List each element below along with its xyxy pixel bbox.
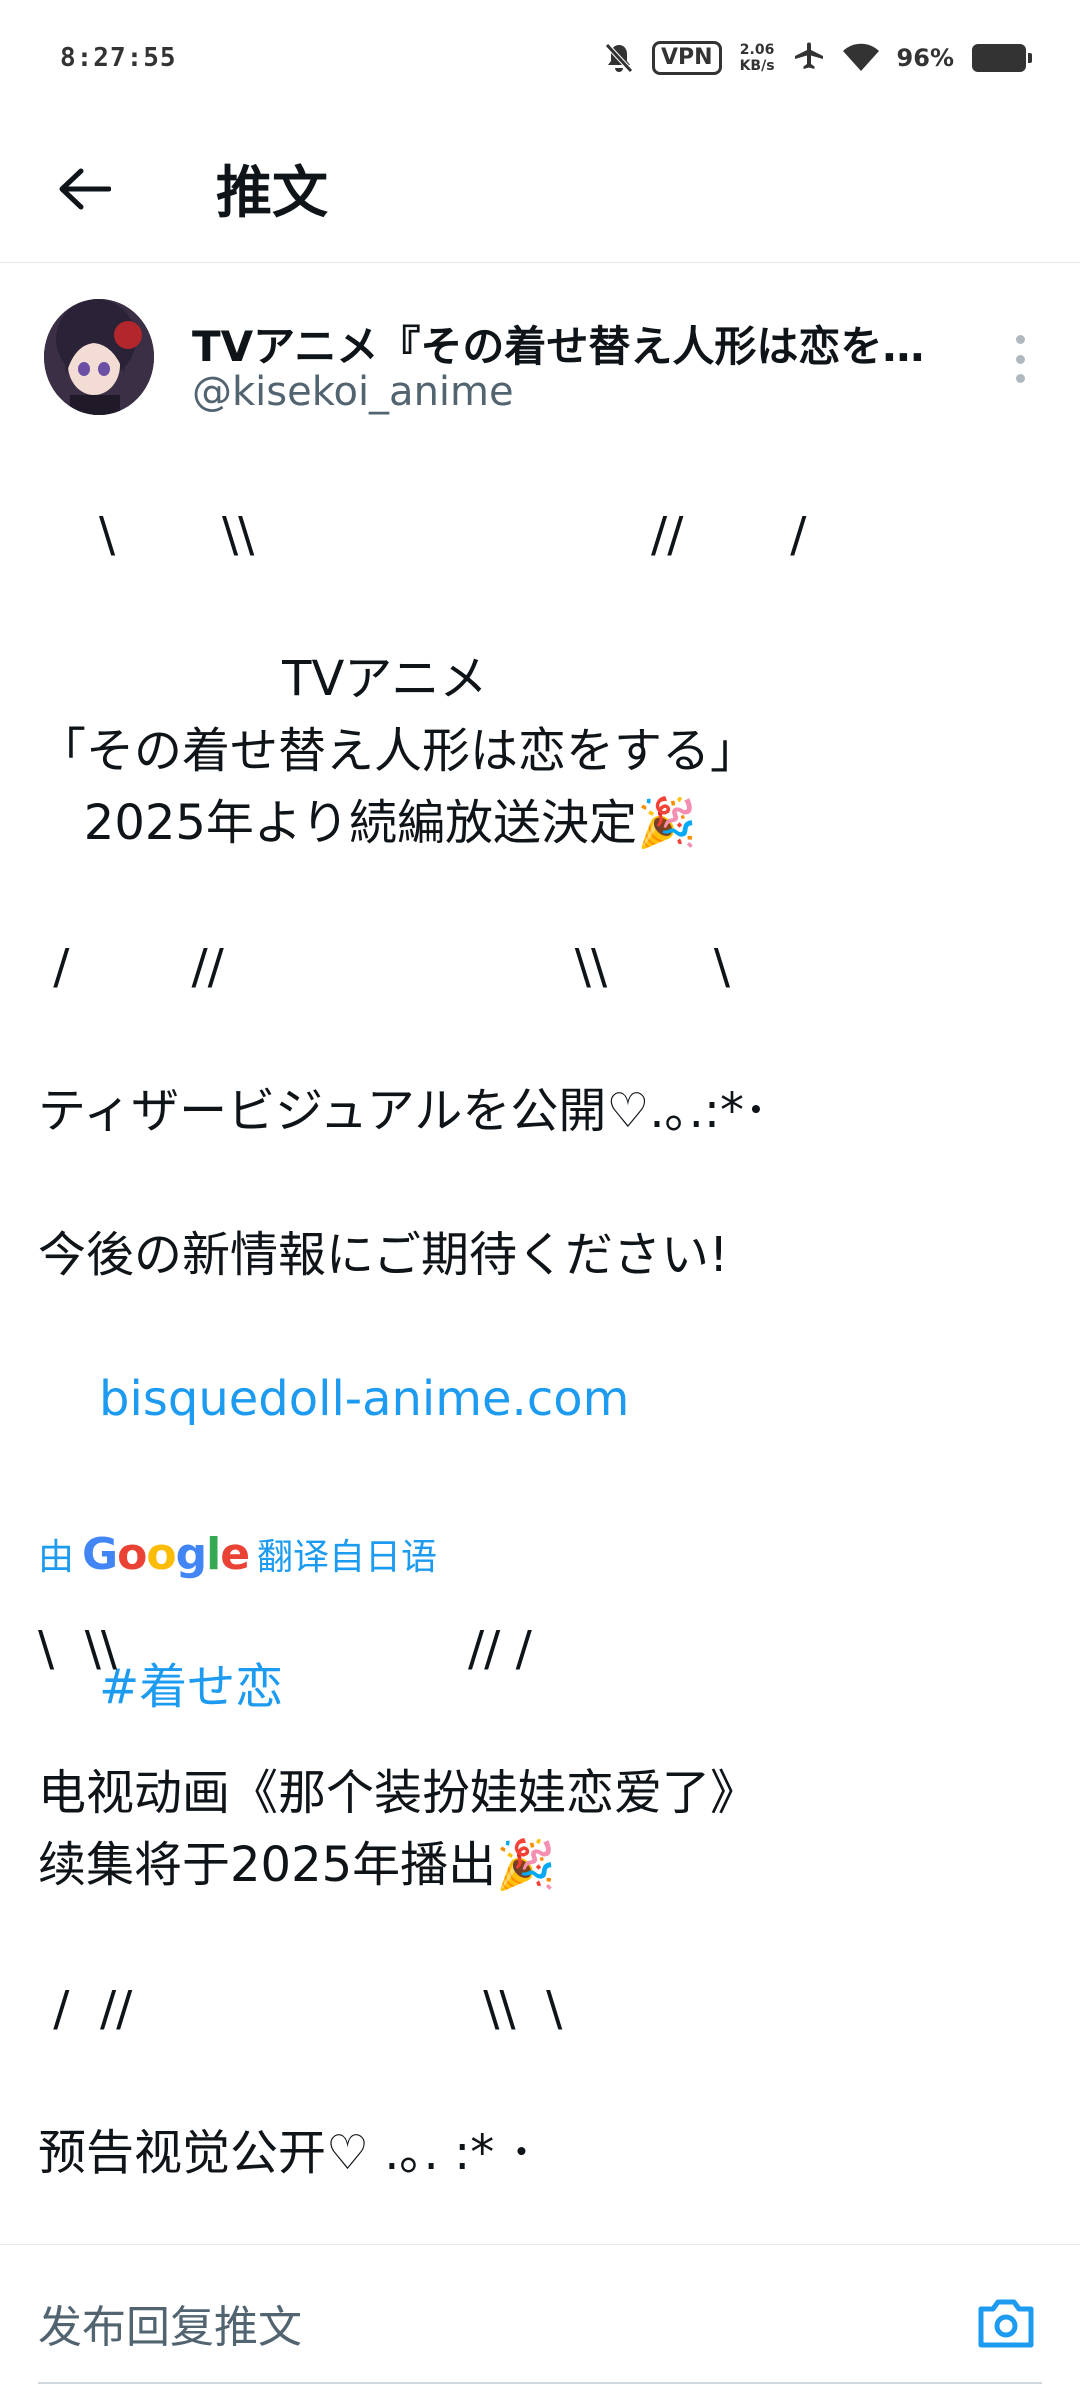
page-title: 推文: [216, 161, 328, 226]
tweet-detail: TVアニメ『その着せ替え人形は恋を… @kisekoi_anime \ \\ /…: [0, 263, 1080, 2243]
vpn-icon: VPN: [652, 40, 722, 75]
airplane-icon: [793, 42, 825, 74]
more-options-button[interactable]: [1000, 329, 1040, 389]
camera-button[interactable]: [970, 2287, 1042, 2359]
translated-by-suffix: 翻译自日语: [257, 1537, 438, 1578]
tweet-link[interactable]: bisquedoll-anime.com: [99, 1371, 629, 1427]
arrow-left-icon: [59, 168, 111, 209]
more-dot-icon: [1015, 335, 1025, 344]
battery-percentage: 96%: [896, 43, 954, 72]
status-icons: VPN 2.06 KB/s 96%: [604, 40, 1032, 75]
more-dot-icon: [1015, 374, 1025, 383]
author-handle[interactable]: @kisekoi_anime: [192, 369, 514, 415]
translation-attribution[interactable]: 由 Google 翻译自日语: [38, 1528, 437, 1580]
camera-icon: [978, 2299, 1034, 2347]
reply-composer: 发布回复推文: [0, 2244, 1080, 2400]
status-bar: 8:27:55 VPN 2.06 KB/s 96%: [0, 0, 1080, 115]
avatar[interactable]: [44, 299, 154, 415]
google-logo: Google: [82, 1528, 250, 1580]
status-time: 8:27:55: [60, 42, 177, 73]
top-app-bar: 推文: [0, 115, 1080, 263]
avatar-illustration: [44, 299, 154, 415]
wifi-icon: [842, 43, 879, 73]
tweet-author: TVアニメ『その着せ替え人形は恋を… @kisekoi_anime: [38, 299, 1080, 419]
author-display-name[interactable]: TVアニメ『その着せ替え人形は恋を…: [192, 313, 1012, 374]
tweet-text: \ \\ // / TVアニメ 「その着せ替え人形は恋をする」 2025年より続…: [38, 427, 1050, 1795]
net-speed: 2.06 KB/s: [740, 42, 775, 74]
net-speed-value: 2.06: [739, 41, 775, 58]
tweet-translated-text: \ \\ // / 电视动画《那个装扮娃娃恋爱了》 续集将于2025年播出🎉 /…: [38, 1621, 759, 2181]
mute-icon: [604, 42, 634, 74]
reply-input[interactable]: 发布回复推文: [38, 2291, 302, 2355]
more-dot-icon: [1015, 354, 1025, 364]
net-speed-unit: KB/s: [739, 57, 775, 74]
tweet-original-text: \ \\ // / TVアニメ 「その着せ替え人形は恋をする」 2025年より続…: [38, 507, 807, 1283]
reply-divider: [38, 2382, 1042, 2384]
back-button[interactable]: [44, 149, 124, 229]
battery-icon: [972, 43, 1032, 72]
translated-by-prefix: 由: [38, 1537, 75, 1578]
